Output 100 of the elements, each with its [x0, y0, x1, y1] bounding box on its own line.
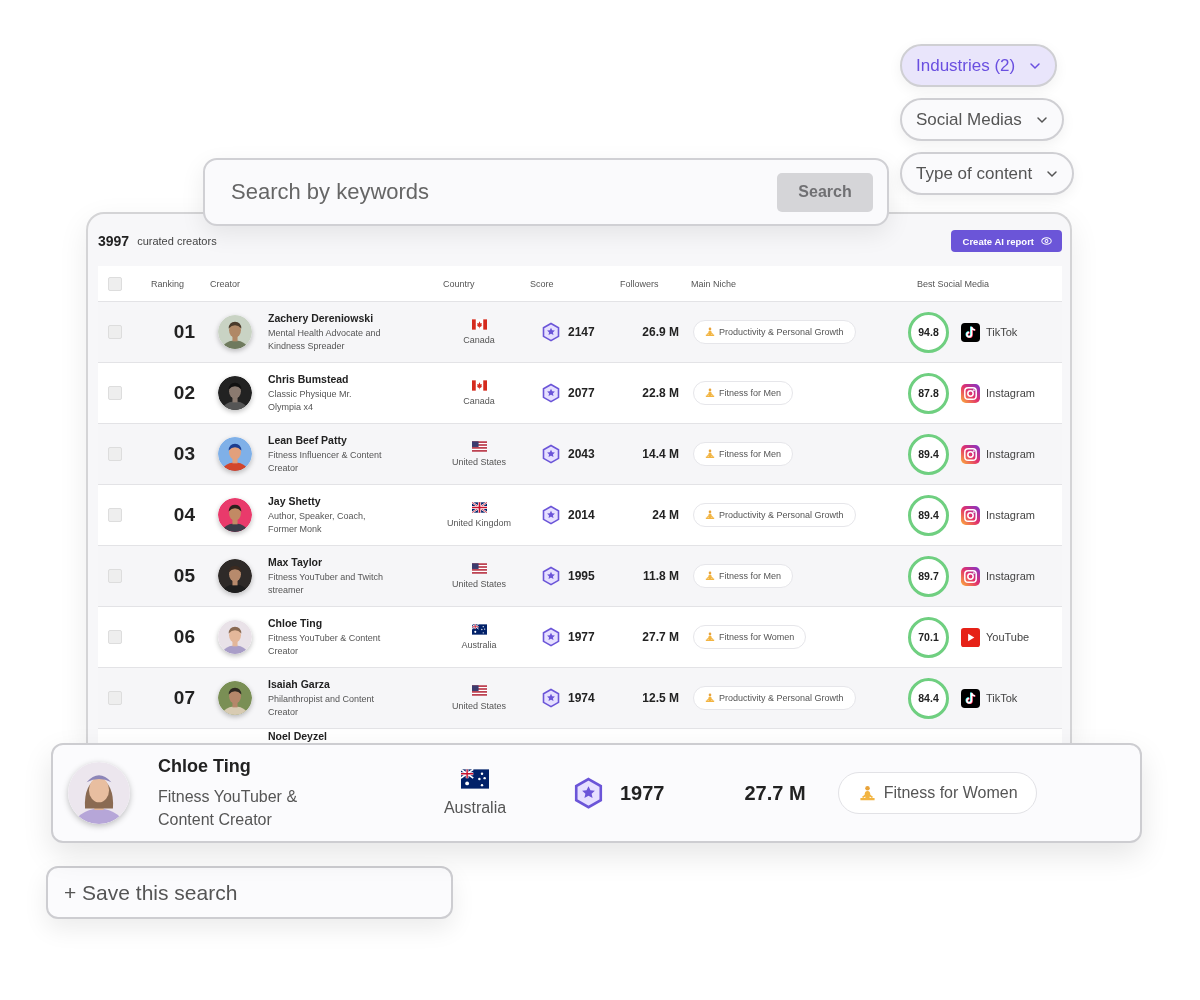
rating-ring: 89.4 — [908, 433, 949, 475]
creator-name: Noel Deyzel — [268, 730, 327, 742]
platform-name: Instagram — [986, 448, 1035, 460]
rating-ring: 89.7 — [908, 555, 949, 597]
niche-tag: Fitness for Men — [693, 442, 794, 466]
row-checkbox[interactable] — [108, 569, 122, 583]
hexagon-star-icon — [541, 382, 561, 404]
rank-number: 07 — [173, 687, 195, 709]
row-checkbox[interactable] — [108, 691, 122, 705]
country-name: Canada — [463, 335, 495, 345]
create-report-button[interactable]: Create AI report — [950, 230, 1062, 252]
hexagon-star-icon — [541, 687, 561, 709]
creator-name: Isaiah Garza — [268, 677, 331, 690]
niche-tag: Fitness for Women — [693, 625, 807, 649]
creator-description: Fitness YouTuber & Content Creator — [268, 631, 382, 658]
rank-number: 03 — [173, 443, 195, 465]
score-value: 2077 — [568, 386, 595, 400]
flag-icon — [471, 380, 487, 391]
filter-dropdown[interactable]: Industries (2) — [900, 44, 1058, 87]
meditation-icon — [705, 327, 715, 337]
chevron-icon — [1035, 115, 1048, 124]
row-checkbox[interactable] — [108, 325, 122, 339]
hexagon-star-icon — [541, 565, 561, 587]
follower-count: 24 M — [652, 508, 679, 522]
platform-name: YouTube — [986, 631, 1030, 643]
niche-tag: Fitness for Men — [693, 381, 794, 405]
rank-number: 04 — [173, 504, 195, 526]
rating-ring: 70.1 — [908, 616, 949, 658]
score-value: 2043 — [568, 447, 595, 461]
creator-name: Max Taylor — [268, 555, 324, 568]
follower-count: 27.7 M — [642, 630, 679, 644]
column-header: Best Social Media — [916, 278, 991, 289]
creator-name: Chloe Ting — [268, 616, 324, 629]
row-checkbox[interactable] — [108, 508, 122, 522]
hexagon-star-icon — [541, 504, 561, 526]
column-header: Creator — [210, 278, 241, 289]
instagram-icon — [961, 383, 980, 403]
result-count: 3997 — [98, 233, 130, 249]
flag-icon — [471, 319, 487, 330]
creator-name: Lean Beef Patty — [268, 433, 348, 446]
eye-icon — [1041, 237, 1052, 245]
column-header: Score — [529, 278, 555, 289]
follower-count: 14.4 M — [642, 447, 679, 461]
creator-name: Zachery Dereniowski — [268, 311, 375, 324]
hexagon-star-icon — [541, 443, 561, 465]
niche-tag: Fitness for Men — [693, 564, 794, 588]
country-name: United States — [452, 701, 506, 711]
row-checkbox[interactable] — [108, 630, 122, 644]
result-label: curated creators — [137, 235, 217, 247]
score-value: 1977 — [620, 781, 665, 805]
score-value: 1974 — [568, 691, 595, 705]
column-header: Main Niche — [690, 278, 738, 289]
instagram-icon — [961, 444, 980, 464]
save-search-button[interactable]: + Save this search — [46, 866, 453, 919]
filter-dropdown[interactable]: Social Medias — [900, 98, 1064, 141]
hexagon-star-icon — [541, 626, 561, 648]
creator-description: Author, Speaker, Coach, Former Monk — [268, 509, 367, 536]
score-value: 1995 — [568, 569, 595, 583]
tiktok-icon — [961, 322, 980, 342]
youtube-icon — [961, 627, 980, 647]
rank-number: 01 — [173, 321, 195, 343]
platform-name: Instagram — [986, 509, 1035, 521]
flag-icon — [471, 624, 487, 635]
flag-icon — [471, 563, 487, 574]
creator-description: Philanthropist and Content Creator — [268, 692, 376, 719]
country-name: Canada — [463, 396, 495, 406]
follower-count: 27.7 M — [744, 781, 806, 805]
country-name: United States — [452, 457, 506, 467]
score-value: 1977 — [568, 630, 595, 644]
column-header: Followers — [619, 278, 660, 289]
row-checkbox[interactable] — [108, 386, 122, 400]
flag-icon — [461, 769, 489, 789]
creator-name: Jay Shetty — [268, 494, 322, 507]
rank-number: 05 — [173, 565, 195, 587]
country-name: Australia — [461, 640, 497, 650]
instagram-icon — [961, 566, 980, 586]
hexagon-star-icon — [541, 321, 561, 343]
creator-description: Fitness YouTuber and Twitch streamer — [268, 570, 384, 597]
meditation-icon — [705, 693, 715, 703]
creator-name: Chris Bumstead — [268, 372, 350, 385]
niche-tag: Productivity & Personal Growth — [693, 503, 856, 527]
row-checkbox[interactable] — [108, 447, 122, 461]
column-header: Country — [442, 278, 476, 289]
creator-description: Mental Health Advocate and Kindness Spreader — [268, 326, 382, 353]
meditation-icon — [705, 510, 715, 520]
platform-name: TikTok — [986, 326, 1018, 338]
niche-tag: Fitness for Women — [837, 772, 1037, 814]
creator-description: Classic Physique Mr. Olympia x4 — [268, 387, 353, 414]
flag-icon — [471, 685, 487, 696]
filter-dropdown[interactable]: Type of content — [900, 152, 1075, 195]
select-all-checkbox[interactable] — [108, 276, 122, 291]
rating-ring: 84.4 — [908, 677, 949, 719]
rating-ring: 89.4 — [908, 494, 949, 536]
chevron-icon — [1029, 61, 1042, 70]
meditation-icon — [705, 388, 715, 398]
meditation-icon — [705, 449, 715, 459]
creator-description: Fitness Influencer & Content Creator — [268, 448, 383, 475]
platform-name: TikTok — [986, 692, 1018, 704]
flag-icon — [471, 502, 487, 513]
niche-tag: Productivity & Personal Growth — [693, 686, 856, 710]
